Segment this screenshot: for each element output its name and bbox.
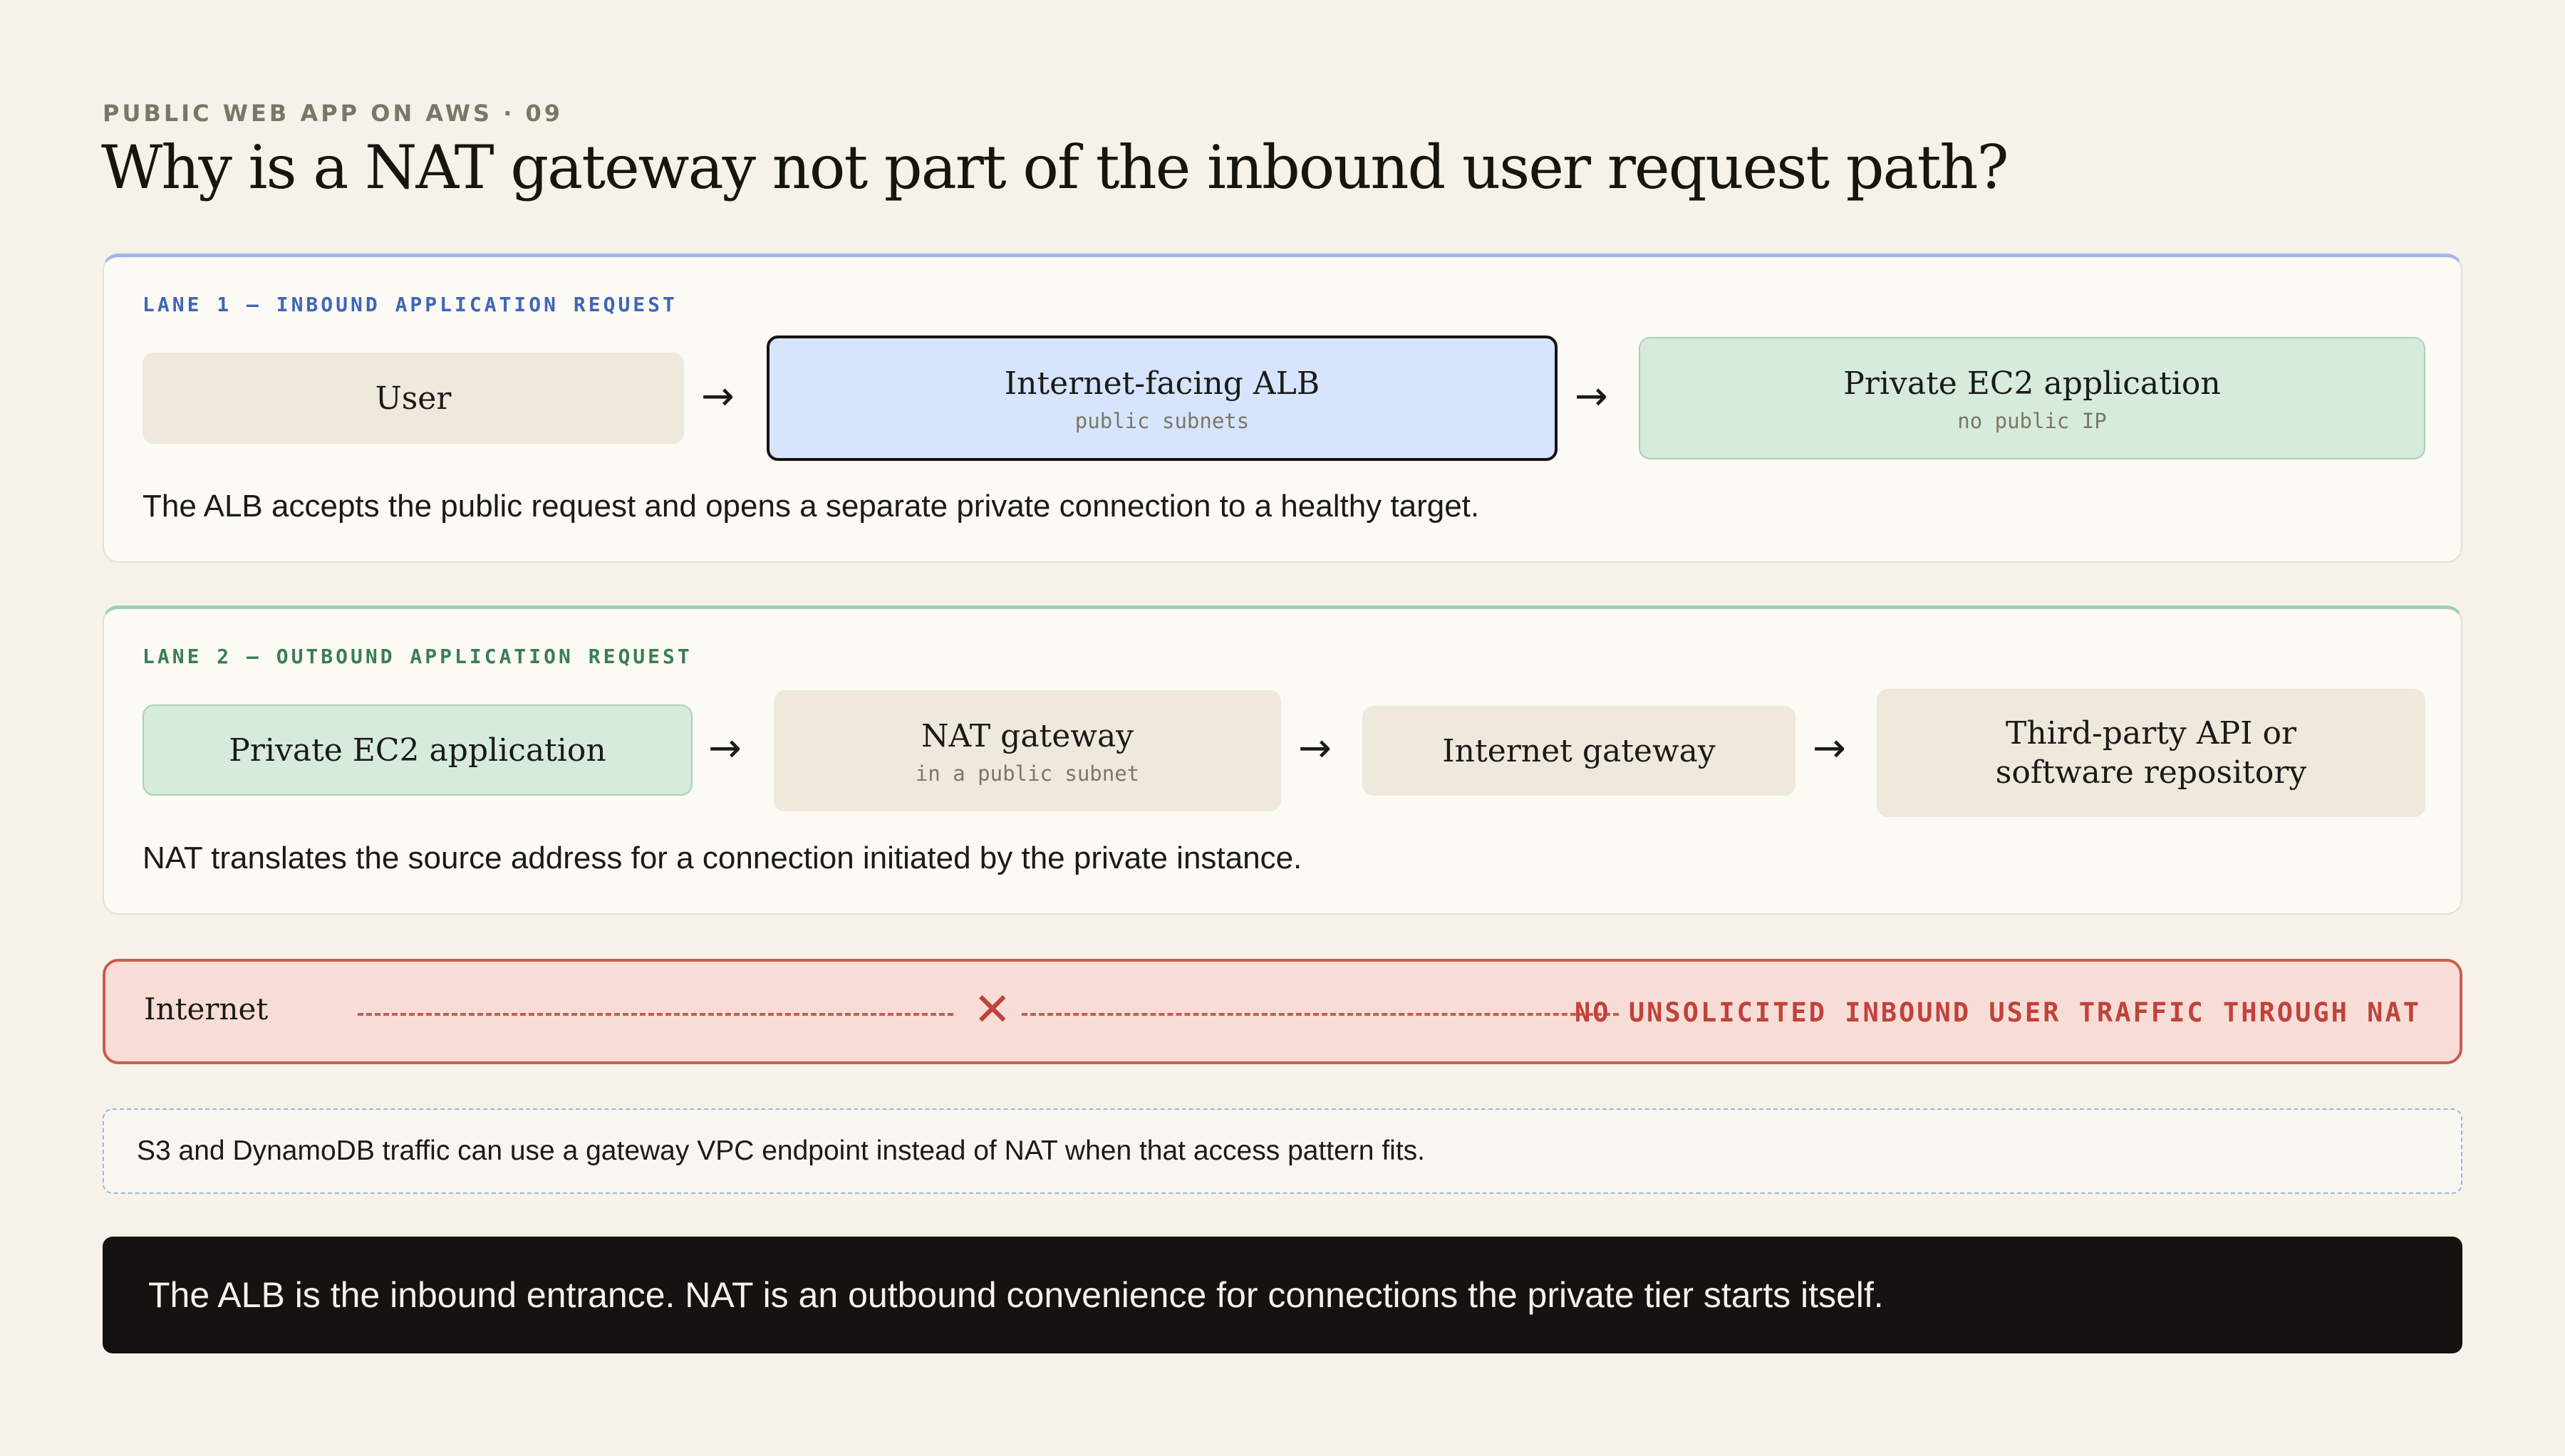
node-label: Internet-facing ALB [1004,365,1320,402]
blocked-inbound-path: Internet ✕ NO UNSOLICITED INBOUND USER T… [103,959,2462,1064]
takeaway-banner: The ALB is the inbound entrance. NAT is … [103,1237,2462,1353]
lane-caption: NAT translates the source address for a … [142,841,1302,875]
node-alb: Internet-facing ALB public subnets [767,336,1558,461]
arrow-right-icon: → [1813,725,1846,771]
node-private-ec2: Private EC2 application [142,704,693,796]
node-user: User [142,353,684,444]
eyebrow: PUBLIC WEB APP ON AWS · 09 [103,100,564,127]
node-label: Private EC2 application [229,732,606,769]
endpoint-tip: S3 and DynamoDB traffic can use a gatewa… [103,1108,2462,1194]
lane-label: LANE 1 — INBOUND APPLICATION REQUEST [142,293,678,316]
node-label: NAT gateway [921,717,1134,754]
dashed-connector [358,1013,953,1016]
arrow-right-icon: → [701,373,735,420]
node-label: Internet gateway [1442,732,1716,769]
lane-outbound: LANE 2 — OUTBOUND APPLICATION REQUEST Pr… [103,605,2462,915]
lane-caption: The ALB accepts the public request and o… [142,489,1480,524]
dashed-connector [1022,1013,1619,1016]
node-private-ec2: Private EC2 application no public IP [1639,337,2425,459]
arrow-right-icon: → [708,725,742,771]
tip-text: S3 and DynamoDB traffic can use a gatewa… [137,1135,1425,1166]
lane-inbound: LANE 1 — INBOUND APPLICATION REQUEST Use… [103,254,2462,563]
blocked-note: NO UNSOLICITED INBOUND USER TRAFFIC THRO… [1575,997,2421,1028]
node-nat-gateway: NAT gateway in a public subnet [774,690,1281,811]
node-sublabel: in a public subnet [915,761,1140,786]
node-sublabel: public subnets [1074,408,1250,433]
node-label: User [375,380,452,417]
page-title: Why is a NAT gateway not part of the inb… [101,132,2009,202]
node-label: Third-party API or software repository [1995,715,2307,791]
takeaway-text: The ALB is the inbound entrance. NAT is … [148,1275,1884,1315]
node-label: Private EC2 application [1843,365,2221,402]
cross-icon: ✕ [973,984,1012,1036]
arrow-right-icon: → [1298,725,1332,771]
internet-label: Internet [144,992,269,1026]
node-sublabel: no public IP [1957,408,2107,433]
arrow-right-icon: → [1575,373,1608,420]
node-third-party-api: Third-party API or software repository [1877,689,2425,817]
lane-label: LANE 2 — OUTBOUND APPLICATION REQUEST [142,645,693,668]
node-internet-gateway: Internet gateway [1362,706,1796,796]
